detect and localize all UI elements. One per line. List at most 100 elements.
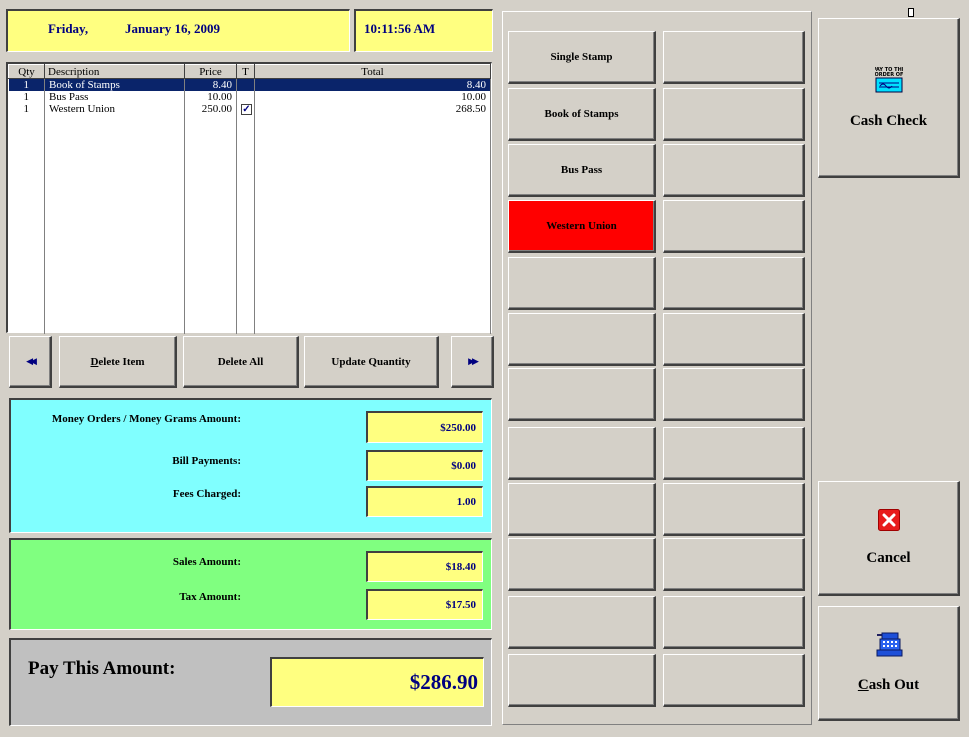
cash-check-button[interactable]: PAY TO THE ORDER OF Cash Check	[818, 18, 960, 178]
cash-register-icon	[875, 632, 903, 663]
product-button-label: Book of Stamps	[544, 108, 619, 120]
total-cell: 10.00	[254, 91, 491, 103]
cash-check-label: Cash Check	[849, 112, 928, 129]
cancel-button[interactable]: Cancel	[818, 481, 960, 596]
prev-button[interactable]: ◀◀	[9, 336, 52, 388]
empty-cell	[254, 115, 491, 334]
price-cell: 8.40	[184, 78, 237, 91]
product-button-empty[interactable]	[508, 654, 656, 707]
product-button-label: Western Union	[546, 220, 617, 232]
cash-out-label: Cash Out	[858, 677, 919, 694]
taxed-cell	[236, 78, 255, 91]
product-button-empty[interactable]	[508, 368, 656, 421]
table-row[interactable]: 1 Bus Pass 10.00 10.00	[8, 91, 491, 103]
product-button-empty[interactable]	[508, 538, 656, 591]
delete-item-button[interactable]: Delete Item	[59, 336, 177, 388]
product-button-empty[interactable]	[663, 257, 805, 310]
cash-out-rest: ash Out	[868, 677, 920, 693]
product-button-empty[interactable]	[663, 483, 805, 536]
sales-panel: Sales Amount: $18.40 Tax Amount: $17.50	[9, 538, 492, 630]
qty-cell: 1	[8, 78, 45, 91]
product-button-empty[interactable]	[663, 31, 805, 84]
svg-text:ORDER OF: ORDER OF	[875, 72, 903, 78]
money-orders-panel: Money Orders / Money Grams Amount: $250.…	[9, 398, 492, 533]
product-button-label: Single Stamp	[550, 51, 613, 63]
tax-amount-value: $17.50	[366, 589, 483, 620]
fees-charged-value: 1.00	[366, 486, 483, 517]
table-row[interactable]: 1 Western Union 250.00 ✓ 268.50	[8, 103, 491, 115]
date-label: January 16, 2009	[125, 21, 220, 36]
transaction-grid[interactable]: Qty Description Price T Total 1 Book of S…	[6, 62, 492, 334]
bill-payments-value: $0.00	[366, 450, 483, 481]
fees-charged-label: Fees Charged:	[172, 488, 241, 500]
qty-cell: 1	[8, 91, 45, 103]
col-qty[interactable]: Qty	[8, 64, 45, 79]
delete-all-label: Delete All	[217, 355, 264, 368]
empty-cell	[184, 115, 237, 334]
product-button-empty[interactable]	[508, 427, 656, 480]
rewind-icon: ◀◀	[26, 356, 37, 366]
product-button-empty[interactable]	[508, 483, 656, 536]
taxed-cell	[236, 91, 255, 103]
time-label: 10:11:56 AM	[364, 21, 436, 36]
product-button-empty[interactable]	[663, 144, 805, 197]
product-button-empty[interactable]	[508, 257, 656, 310]
money-orders-value: $250.00	[366, 411, 483, 443]
time-display: 10:11:56 AM	[354, 9, 493, 52]
status-indicator	[908, 8, 914, 17]
product-button-empty[interactable]	[663, 596, 805, 649]
red-x-icon	[877, 509, 900, 536]
next-button[interactable]: ▶▶	[451, 336, 494, 388]
product-button-empty[interactable]	[663, 200, 805, 253]
total-cell: 268.50	[254, 103, 491, 115]
taxed-cell: ✓	[236, 103, 255, 115]
empty-cell	[44, 115, 185, 334]
sales-amount-label: Sales Amount:	[172, 556, 241, 568]
col-description[interactable]: Description	[44, 64, 185, 79]
description-cell: Book of Stamps	[44, 78, 185, 91]
product-button-empty[interactable]	[663, 427, 805, 480]
product-button-panel: Single Stamp Book of Stamps Bus Pass Wester…	[502, 11, 812, 725]
table-row[interactable]: 1 Book of Stamps 8.40 8.40	[8, 78, 491, 91]
description-cell: Western Union	[44, 103, 185, 115]
col-price[interactable]: Price	[184, 64, 237, 79]
grid-header: Qty Description Price T Total	[8, 64, 491, 79]
delete-item-mnemonic: D	[90, 355, 99, 368]
product-button-western-union[interactable]: Western Union	[508, 200, 656, 253]
update-quantity-button[interactable]: Update Quantity	[304, 336, 439, 388]
cancel-label: Cancel	[866, 550, 911, 566]
bill-payments-label: Bill Payments:	[172, 455, 241, 467]
qty-cell: 1	[8, 103, 45, 115]
product-button-label: Bus Pass	[560, 164, 603, 176]
col-total[interactable]: Total	[254, 64, 491, 79]
money-orders-label: Money Orders / Money Grams Amount:	[51, 413, 241, 425]
day-label: Friday,	[48, 21, 89, 36]
fast-forward-icon: ▶▶	[468, 356, 479, 366]
product-button-empty[interactable]	[663, 654, 805, 707]
product-button-bus-pass[interactable]: Bus Pass	[508, 144, 656, 197]
product-button-empty[interactable]	[663, 88, 805, 141]
product-button-empty[interactable]	[663, 538, 805, 591]
cash-out-mnemonic: C	[857, 677, 869, 693]
price-cell: 250.00	[184, 103, 237, 115]
tax-amount-label: Tax Amount:	[179, 591, 241, 603]
description-cell: Bus Pass	[44, 91, 185, 103]
date-display: Friday, January 16, 2009	[6, 9, 350, 52]
total-cell: 8.40	[254, 78, 491, 91]
product-button-empty[interactable]	[508, 596, 656, 649]
pay-panel: Pay This Amount: $286.90	[9, 638, 492, 726]
empty-cell	[8, 115, 45, 334]
price-cell: 10.00	[184, 91, 237, 103]
cash-out-button[interactable]: Cash Out	[818, 606, 960, 721]
delete-item-label: Delete Item	[90, 355, 145, 368]
product-button-empty[interactable]	[663, 313, 805, 366]
pay-this-amount-label: Pay This Amount:	[28, 658, 176, 679]
delete-all-button[interactable]: Delete All	[183, 336, 299, 388]
product-button-empty[interactable]	[663, 368, 805, 421]
product-button-empty[interactable]	[508, 313, 656, 366]
pay-this-amount-value: $286.90	[270, 657, 484, 707]
product-button-single-stamp[interactable]: Single Stamp	[508, 31, 656, 84]
taxed-checkbox[interactable]: ✓	[241, 104, 252, 115]
col-taxed[interactable]: T	[236, 64, 255, 79]
product-button-book-of-stamps[interactable]: Book of Stamps	[508, 88, 656, 141]
